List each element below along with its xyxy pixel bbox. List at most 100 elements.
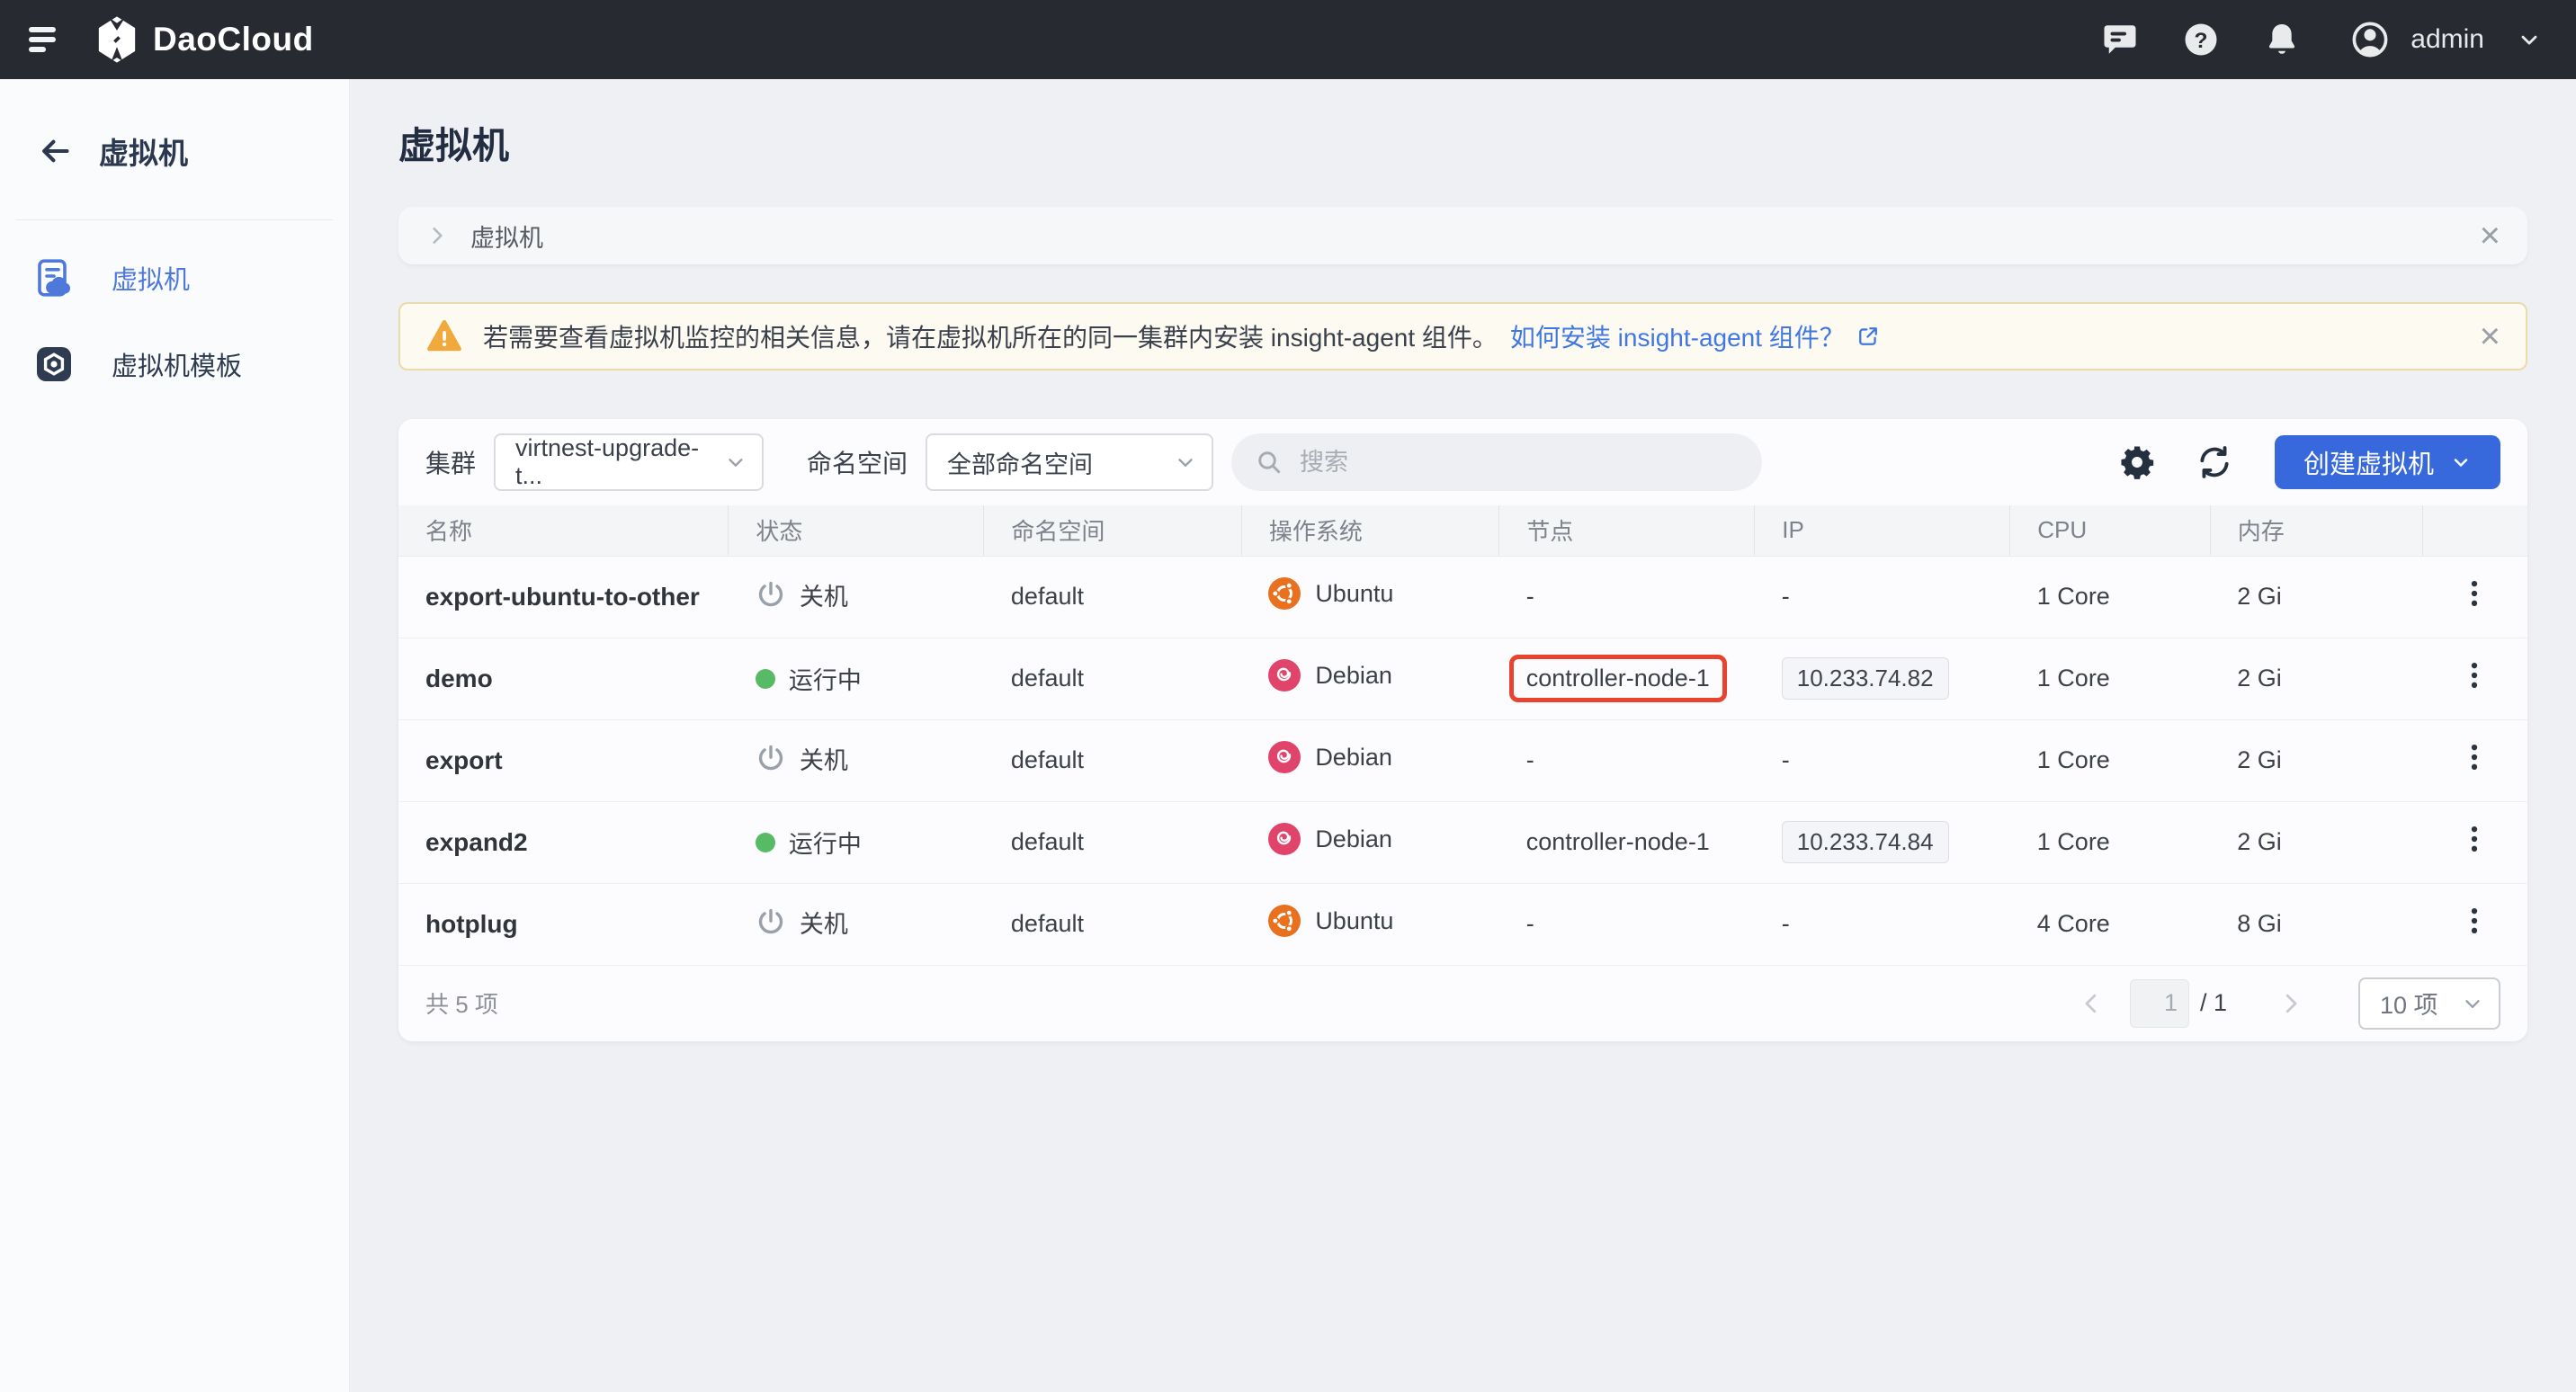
vm-template-icon — [32, 343, 76, 386]
table-row[interactable]: hotplug 关机 default — [398, 883, 2527, 965]
vm-namespace: default — [1011, 583, 1084, 610]
brand[interactable]: DaoCloud — [97, 15, 314, 64]
vm-namespace: default — [1011, 746, 1084, 773]
sidebar-title: 虚拟机 — [99, 129, 188, 173]
table-row[interactable]: export 关机 default — [398, 719, 2527, 801]
vm-memory: 2 Gi — [2237, 665, 2282, 692]
total-count: 共 5 项 — [425, 986, 498, 1020]
column-header: 内存 — [2210, 505, 2423, 556]
banner-link-label[interactable]: 如何安装 insight-agent 组件？ — [1510, 318, 1845, 354]
vm-ip: - — [1782, 910, 1790, 937]
vm-memory: 2 Gi — [2237, 583, 2282, 610]
vm-cpu: 4 Core — [2037, 910, 2110, 937]
table-row[interactable]: expand2 运行中 default — [398, 801, 2527, 883]
gear-icon[interactable] — [2118, 443, 2156, 481]
vm-node: - — [1526, 910, 1534, 937]
kebab-menu-icon[interactable] — [2456, 821, 2492, 857]
vm-ip: - — [1782, 583, 1790, 610]
vm-namespace: default — [1011, 828, 1084, 855]
vm-ip: 10.233.74.84 — [1782, 821, 1949, 863]
vm-name[interactable]: expand2 — [425, 828, 528, 856]
vm-status: 运行中 — [756, 825, 862, 860]
vm-name[interactable]: export — [425, 746, 503, 774]
vm-cpu: 1 Core — [2037, 665, 2110, 692]
column-header: 名称 — [398, 505, 729, 556]
vm-status: 关机 — [756, 577, 848, 612]
create-vm-button[interactable]: 创建虚拟机 — [2275, 435, 2500, 489]
chevron-right-icon[interactable] — [2277, 990, 2304, 1017]
vm-node: controller-node-1 — [1526, 828, 1710, 855]
cluster-select-value: virtnest-upgrade-t... — [515, 434, 724, 490]
vm-namespace: default — [1011, 910, 1084, 937]
chevron-left-icon[interactable] — [2078, 990, 2105, 1017]
breadcrumb-label[interactable]: 虚拟机 — [470, 219, 543, 254]
os-label: Ubuntu — [1315, 907, 1393, 935]
column-header: IP — [1755, 505, 2010, 556]
kebab-menu-icon[interactable] — [2456, 576, 2492, 611]
page-size-select[interactable]: 10 项 — [2358, 977, 2500, 1030]
user-name[interactable]: admin — [2411, 24, 2484, 55]
banner-text: 若需要查看虚拟机监控的相关信息，请在虚拟机所在的同一集群内安装 insight-… — [483, 318, 1498, 354]
warning-banner: 若需要查看虚拟机监控的相关信息，请在虚拟机所在的同一集群内安装 insight-… — [398, 302, 2527, 370]
warning-icon — [425, 317, 463, 355]
vm-node: - — [1526, 583, 1534, 610]
close-icon[interactable]: × — [2480, 218, 2500, 254]
kebab-menu-icon[interactable] — [2456, 657, 2492, 693]
os-label: Debian — [1315, 662, 1392, 690]
table-row[interactable]: demo 运行中 default — [398, 638, 2527, 719]
refresh-icon[interactable] — [2196, 443, 2233, 481]
pagination: 1 / 1 10 项 — [2078, 977, 2500, 1030]
kebab-menu-icon[interactable] — [2456, 903, 2492, 939]
vm-name[interactable]: demo — [425, 665, 493, 692]
os-label: Ubuntu — [1315, 580, 1393, 608]
vm-status: 运行中 — [756, 661, 862, 696]
kebab-menu-icon[interactable] — [2456, 739, 2492, 775]
table-footer: 共 5 项 1 / 1 10 项 — [398, 966, 2527, 1041]
bell-icon[interactable] — [2263, 21, 2301, 58]
main-content: 虚拟机 虚拟机 × 若需要查看虚拟机监控的相关信息，请在虚拟机所在的同一集群内安… — [350, 79, 2576, 1392]
ubuntu-icon — [1268, 577, 1301, 610]
sidebar-item-vm-templates[interactable]: 虚拟机模板 — [0, 321, 349, 407]
namespace-select[interactable]: 全部命名空间 — [926, 433, 1213, 491]
breadcrumb: 虚拟机 × — [398, 207, 2527, 264]
page-number-input[interactable]: 1 — [2130, 979, 2189, 1028]
close-icon[interactable]: × — [2480, 318, 2500, 354]
chevron-down-icon — [1174, 451, 1197, 474]
user-avatar-icon[interactable] — [2349, 19, 2391, 60]
sidebar-item-label: 虚拟机 — [112, 259, 190, 297]
menu-icon[interactable] — [29, 27, 56, 52]
vm-name[interactable]: export-ubuntu-to-other — [425, 583, 700, 611]
vm-list-card: 集群 virtnest-upgrade-t... 命名空间 全部命名空间 — [398, 419, 2527, 1041]
vm-icon — [32, 256, 76, 299]
message-icon[interactable] — [2101, 21, 2139, 58]
vm-name[interactable]: hotplug — [425, 910, 518, 938]
chevron-down-icon[interactable] — [2517, 27, 2542, 52]
sidebar: 虚拟机 虚拟机 — [0, 79, 350, 1392]
top-bar: DaoCloud ? admin — [0, 0, 2576, 79]
page-total: / 1 — [2200, 989, 2227, 1017]
debian-icon — [1268, 741, 1301, 773]
banner-link[interactable]: 如何安装 insight-agent 组件？ — [1510, 318, 1881, 354]
table-row[interactable]: export-ubuntu-to-other 关机 default — [398, 556, 2527, 638]
search-icon — [1255, 448, 1284, 477]
sidebar-item-virtual-machines[interactable]: 虚拟机 — [0, 235, 349, 321]
back-arrow-icon[interactable] — [38, 134, 72, 168]
cluster-select[interactable]: virtnest-upgrade-t... — [494, 433, 764, 491]
chevron-down-icon — [2450, 451, 2472, 473]
vm-os: Debian — [1268, 659, 1392, 692]
power-icon — [756, 906, 786, 937]
vm-status-label: 关机 — [800, 905, 848, 940]
svg-text:?: ? — [2195, 29, 2208, 53]
running-dot-icon — [756, 833, 775, 852]
vm-status-label: 关机 — [800, 741, 848, 776]
search-box — [1231, 433, 1762, 491]
os-label: Debian — [1315, 744, 1392, 772]
vm-cpu: 1 Core — [2037, 746, 2110, 773]
vm-os: Ubuntu — [1268, 577, 1393, 610]
chevron-right-icon[interactable] — [425, 224, 449, 247]
help-icon[interactable]: ? — [2182, 21, 2220, 58]
top-right-group: ? admin — [2058, 19, 2542, 60]
chevron-down-icon — [2461, 992, 2484, 1015]
search-input[interactable] — [1298, 448, 1739, 477]
namespace-select-value: 全部命名空间 — [947, 445, 1093, 480]
